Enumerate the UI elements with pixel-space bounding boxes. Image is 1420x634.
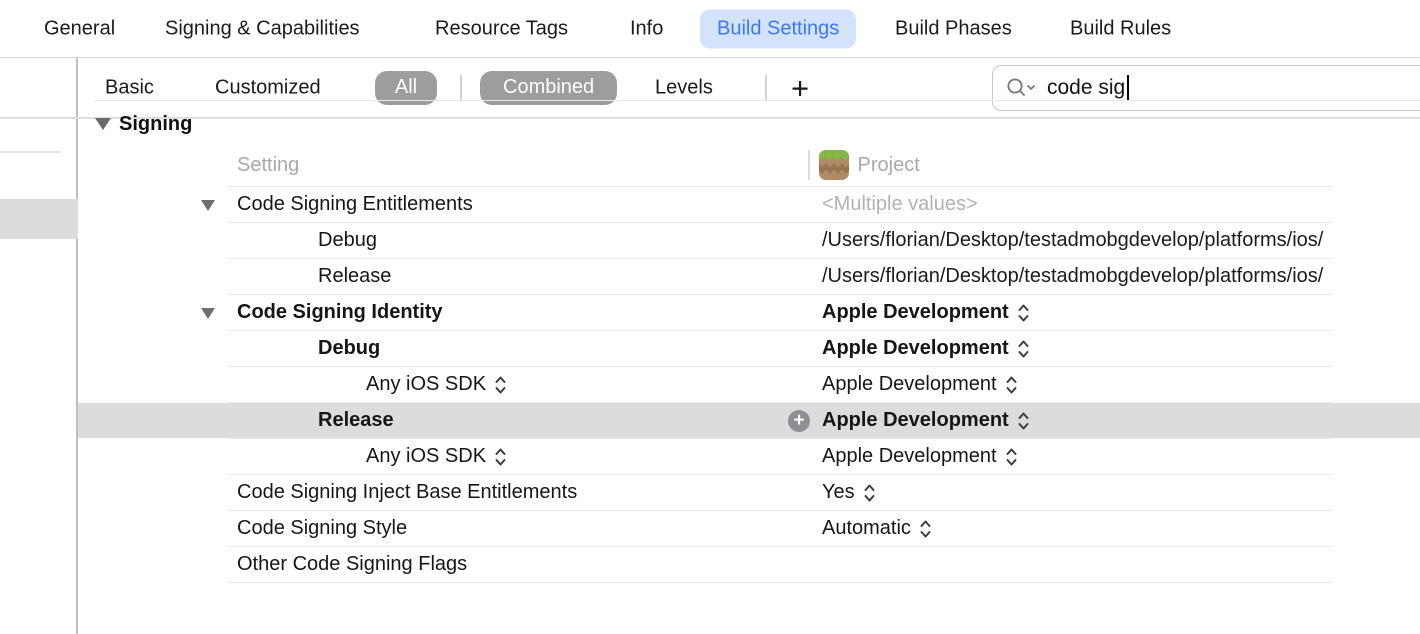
text-cursor: [1127, 75, 1129, 101]
table-row[interactable]: Any iOS SDK Apple Development: [228, 439, 1332, 475]
section-divider: [94, 100, 1420, 101]
tab-signing-capabilities[interactable]: Signing & Capabilities: [165, 17, 360, 40]
toolbar-divider: [460, 75, 462, 101]
stepper-chevrons-icon[interactable]: [919, 518, 932, 540]
project-column-header: Project: [858, 154, 920, 177]
header-column-divider: [808, 150, 810, 180]
add-setting-button[interactable]: +: [791, 72, 809, 103]
stepper-chevrons-icon[interactable]: [1005, 446, 1018, 468]
search-icon: [1005, 76, 1037, 100]
table-row[interactable]: Code Signing Style Automatic: [228, 511, 1332, 547]
setting-value[interactable]: Apple Development: [822, 295, 1030, 330]
table-row[interactable]: Release/Users/florian/Desktop/testadmobg…: [228, 259, 1332, 295]
stepper-chevrons-icon[interactable]: [1017, 410, 1030, 432]
setting-label: Code Signing Entitlements: [237, 187, 473, 222]
setting-label: Code Signing Inject Base Entitlements: [237, 475, 577, 510]
add-value-icon[interactable]: +: [788, 410, 810, 432]
table-row[interactable]: Debug Apple Development: [228, 331, 1332, 367]
disclosure-triangle-icon[interactable]: [201, 200, 215, 211]
filter-customized[interactable]: Customized: [215, 76, 321, 99]
sidebar-divider: [0, 151, 60, 153]
tab-build-rules[interactable]: Build Rules: [1070, 17, 1171, 40]
stepper-chevrons-icon[interactable]: [494, 374, 507, 396]
setting-label: Release: [318, 403, 394, 438]
setting-value[interactable]: Apple Development: [822, 403, 1030, 438]
search-query-text: code sig: [1047, 76, 1125, 100]
tab-build-settings[interactable]: Build Settings: [700, 9, 856, 48]
table-row[interactable]: Release + Apple Development: [228, 403, 1332, 439]
table-row[interactable]: Code Signing Entitlements <Multiple value…: [228, 187, 1332, 223]
table-row[interactable]: Other Code Signing Flags: [228, 547, 1332, 583]
signing-section-header[interactable]: Signing: [95, 112, 192, 136]
stepper-chevrons-icon[interactable]: [1017, 302, 1030, 324]
filter-basic[interactable]: Basic: [105, 76, 154, 99]
table-row[interactable]: Debug/Users/florian/Desktop/testadmobgde…: [228, 223, 1332, 259]
stepper-chevrons-icon[interactable]: [1017, 338, 1030, 360]
toolbar-bottom-border: [0, 117, 1420, 119]
disclosure-triangle-icon[interactable]: [201, 308, 215, 319]
setting-label: Any iOS SDK: [366, 367, 507, 402]
setting-value[interactable]: Apple Development: [822, 367, 1018, 402]
filter-levels[interactable]: Levels: [655, 76, 713, 99]
table-header-row: Setting Project: [228, 144, 1332, 187]
tab-build-phases[interactable]: Build Phases: [895, 17, 1012, 40]
tab-general[interactable]: General: [44, 17, 115, 40]
tab-resource-tags[interactable]: Resource Tags: [435, 17, 568, 40]
setting-value[interactable]: Automatic: [822, 511, 932, 546]
tab-info[interactable]: Info: [630, 17, 663, 40]
setting-label: Debug: [318, 331, 380, 366]
setting-label: Debug: [318, 223, 377, 258]
stepper-chevrons-icon[interactable]: [494, 446, 507, 468]
setting-value[interactable]: <Multiple values>: [822, 187, 978, 222]
setting-value[interactable]: /Users/florian/Desktop/testadmobgdevelop…: [822, 259, 1323, 294]
setting-label: Any iOS SDK: [366, 439, 507, 474]
filter-toolbar: Basic Customized All Combined Levels + c…: [78, 58, 1420, 117]
setting-label: Other Code Signing Flags: [237, 547, 467, 582]
setting-value[interactable]: /Users/florian/Desktop/testadmobgdevelop…: [822, 223, 1323, 258]
setting-label: Release: [318, 259, 391, 294]
project-grass-block-icon: [819, 150, 849, 180]
setting-value[interactable]: Apple Development: [822, 439, 1018, 474]
setting-value[interactable]: Yes: [822, 475, 876, 510]
setting-column-header: Setting: [228, 154, 299, 177]
toolbar-divider: [765, 75, 767, 101]
settings-table: Setting Project Code Signing Entitlement…: [228, 144, 1332, 583]
targets-sidebar: [0, 58, 78, 634]
section-title: Signing: [119, 113, 192, 136]
search-input[interactable]: code sig: [992, 65, 1420, 111]
setting-label: Code Signing Style: [237, 511, 407, 546]
build-settings-pane: Basic Customized All Combined Levels + c…: [78, 58, 1420, 634]
stepper-chevrons-icon[interactable]: [863, 482, 876, 504]
editor-tab-bar: General Signing & Capabilities Resource …: [0, 0, 1420, 58]
table-row[interactable]: Code Signing Identity Apple Development: [228, 295, 1332, 331]
table-row[interactable]: Code Signing Inject Base Entitlements Yes: [228, 475, 1332, 511]
disclosure-triangle-icon[interactable]: [95, 118, 111, 130]
setting-label: Code Signing Identity: [237, 295, 443, 330]
stepper-chevrons-icon[interactable]: [1005, 374, 1018, 396]
table-row[interactable]: Any iOS SDK Apple Development: [228, 367, 1332, 403]
setting-value[interactable]: Apple Development: [822, 331, 1030, 366]
sidebar-selected-item[interactable]: [0, 199, 78, 239]
